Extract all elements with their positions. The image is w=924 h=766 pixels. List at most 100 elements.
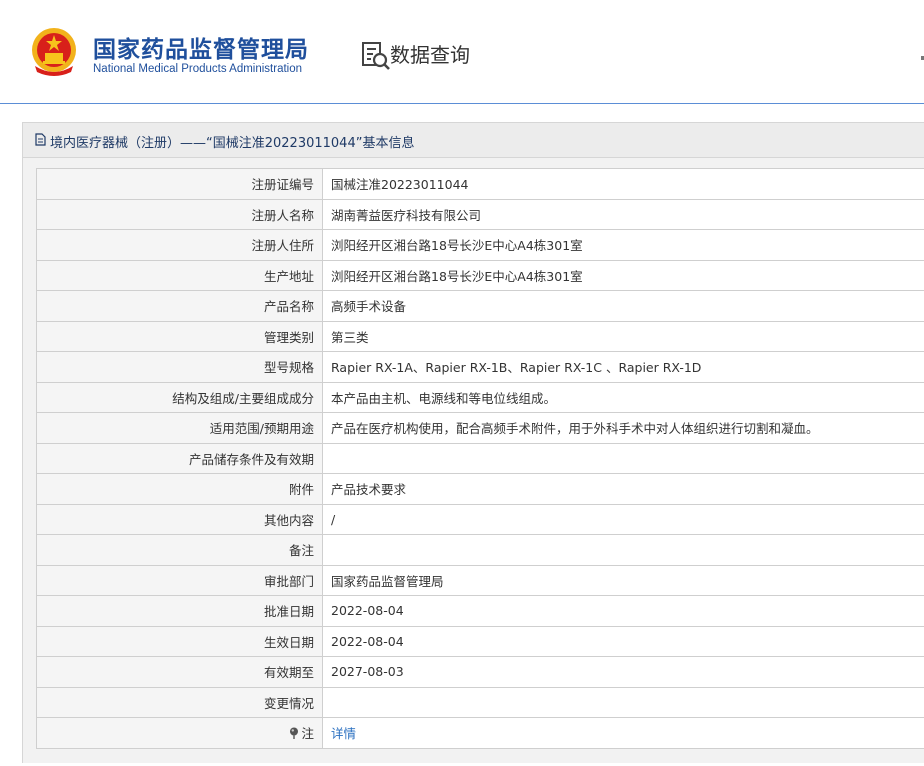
field-value-text: 2027-08-03 xyxy=(331,664,404,680)
field-value: 2022-08-04 xyxy=(322,595,924,627)
field-label-text: 产品名称 xyxy=(263,299,314,315)
field-label-text: 注册人住所 xyxy=(251,238,314,254)
field-label-text: 产品储存条件及有效期 xyxy=(188,451,314,467)
field-value xyxy=(322,686,924,718)
table-row: 注 详情 xyxy=(36,717,924,749)
field-value xyxy=(322,534,924,566)
field-label-text: 生效日期 xyxy=(263,634,314,650)
table-row: 备注 xyxy=(36,534,924,566)
field-value-text: 2022-08-04 xyxy=(331,633,404,649)
field-value: 浏阳经开区湘台路18号长沙E中心A4栋301室 xyxy=(322,229,924,261)
field-value-text: 产品技术要求 xyxy=(331,482,407,498)
table-row: 附件 产品技术要求 xyxy=(36,473,924,505)
table-row: 产品名称 高频手术设备 xyxy=(36,290,924,322)
field-value: 本产品由主机、电源线和等电位线组成。 xyxy=(322,381,924,413)
field-label: 生效日期 xyxy=(36,625,323,657)
table-row: 注册证编号 国械注准20223011044 xyxy=(36,168,924,200)
table-row: 适用范围/预期用途 产品在医疗机构使用，配合高频手术附件，用于外科手术中对人体组织… xyxy=(36,412,924,444)
pin-icon xyxy=(290,727,299,740)
field-label: 适用范围/预期用途 xyxy=(36,412,323,444)
field-label-text: 备注 xyxy=(288,543,314,559)
field-label-text: 型号规格 xyxy=(263,360,314,376)
field-value: 湖南菁益医疗科技有限公司 xyxy=(322,198,924,230)
field-label-text: 有效期至 xyxy=(263,665,314,681)
field-value-text: 湖南菁益医疗科技有限公司 xyxy=(331,207,482,223)
field-label: 注册证编号 xyxy=(36,168,323,200)
field-value-text: 浏阳经开区湘台路18号长沙E中心A4栋301室 xyxy=(331,238,583,254)
field-label-text: 注册人名称 xyxy=(251,207,314,223)
field-label-text: 注册证编号 xyxy=(251,177,314,193)
info-panel: 境内医疗器械（注册）——“国械注准20223011044”基本信息 注册证编号国… xyxy=(22,122,924,763)
field-value-text: 2022-08-04 xyxy=(331,603,404,619)
field-value: Rapier RX-1A、Rapier RX-1B、Rapier RX-1C 、… xyxy=(322,351,924,383)
field-value-text: 第三类 xyxy=(331,329,369,345)
field-label: 其他内容 xyxy=(36,503,323,535)
field-label-text: 管理类别 xyxy=(263,329,314,345)
field-label: 注册人住所 xyxy=(36,229,323,261)
field-label: 产品名称 xyxy=(36,290,323,322)
table-row: 生效日期 2022-08-04 xyxy=(36,625,924,657)
field-value: 第三类 xyxy=(322,320,924,352)
field-value-text: / xyxy=(331,511,336,527)
table-row: 有效期至 2027-08-03 xyxy=(36,656,924,688)
field-label: 注 xyxy=(36,717,323,749)
field-value-text: 本产品由主机、电源线和等电位线组成。 xyxy=(331,390,557,406)
field-value: / xyxy=(322,503,924,535)
table-row: 注册人住所 浏阳经开区湘台路18号长沙E中心A4栋301室 xyxy=(36,229,924,261)
field-value-text: 国械注准20223011044 xyxy=(331,177,469,193)
field-value: 高频手术设备 xyxy=(322,290,924,322)
field-value: 产品技术要求 xyxy=(322,473,924,505)
field-value-text: Rapier RX-1A、Rapier RX-1B、Rapier RX-1C 、… xyxy=(331,360,702,376)
org-name-en: National Medical Products Administration xyxy=(93,63,303,75)
table-row: 产品储存条件及有效期 xyxy=(36,442,924,474)
table-row: 结构及组成/主要组成成分 本产品由主机、电源线和等电位线组成。 xyxy=(36,381,924,413)
field-label-text: 变更情况 xyxy=(263,695,314,711)
data-query-title[interactable]: 数据查询 xyxy=(390,39,470,68)
field-value-text: 国家药品监督管理局 xyxy=(331,573,444,589)
field-value-text: 产品在医疗机构使用，配合高频手术附件，用于外科手术中对人体组织进行切割和凝血。 xyxy=(331,421,819,437)
field-label-text: 审批部门 xyxy=(263,573,314,589)
table-row: 生产地址 浏阳经开区湘台路18号长沙E中心A4栋301室 xyxy=(36,259,924,291)
field-label-text: 批准日期 xyxy=(263,604,314,620)
field-value: 详情 xyxy=(322,717,924,749)
table-row: 其他内容 / xyxy=(36,503,924,535)
field-value: 国家药品监督管理局 xyxy=(322,564,924,596)
field-label: 注册人名称 xyxy=(36,198,323,230)
field-label: 附件 xyxy=(36,473,323,505)
field-label-text: 其他内容 xyxy=(263,512,314,528)
field-label: 产品储存条件及有效期 xyxy=(36,442,323,474)
field-value-text: 高频手术设备 xyxy=(331,299,407,315)
field-label: 变更情况 xyxy=(36,686,323,718)
field-value: 国械注准20223011044 xyxy=(322,168,924,200)
national-emblem-icon xyxy=(32,28,76,76)
field-value-text: 浏阳经开区湘台路18号长沙E中心A4栋301室 xyxy=(331,268,583,284)
field-value: 2027-08-03 xyxy=(322,656,924,688)
field-label-text: 附件 xyxy=(288,482,314,498)
field-label: 生产地址 xyxy=(36,259,323,291)
field-label: 审批部门 xyxy=(36,564,323,596)
table-row: 审批部门 国家药品监督管理局 xyxy=(36,564,924,596)
table-row: 注册人名称 湖南菁益医疗科技有限公司 xyxy=(36,198,924,230)
details-link[interactable]: 详情 xyxy=(331,726,356,741)
field-value xyxy=(322,442,924,474)
field-label: 管理类别 xyxy=(36,320,323,352)
table-row: 型号规格 Rapier RX-1A、Rapier RX-1B、Rapier RX-… xyxy=(36,351,924,383)
field-value: 2022-08-04 xyxy=(322,625,924,657)
panel-title-bar: 境内医疗器械（注册）——“国械注准20223011044”基本信息 xyxy=(23,123,924,158)
field-label-text: 结构及组成/主要组成成分 xyxy=(172,390,314,406)
field-label: 有效期至 xyxy=(36,656,323,688)
data-query-icon xyxy=(362,42,390,70)
field-value: 浏阳经开区湘台路18号长沙E中心A4栋301室 xyxy=(322,259,924,291)
field-label-text: 生产地址 xyxy=(263,268,314,284)
panel-title: 境内医疗器械（注册）——“国械注准20223011044”基本信息 xyxy=(50,136,415,151)
org-name-cn: 国家药品监督管理局 xyxy=(93,37,309,63)
field-label: 型号规格 xyxy=(36,351,323,383)
field-label: 结构及组成/主要组成成分 xyxy=(36,381,323,413)
field-label-text: 适用范围/预期用途 xyxy=(209,421,314,437)
field-label: 备注 xyxy=(36,534,323,566)
document-icon xyxy=(35,133,46,146)
field-value: 产品在医疗机构使用，配合高频手术附件，用于外科手术中对人体组织进行切割和凝血。 xyxy=(322,412,924,444)
site-header: 国家药品监督管理局 National Medical Products Admi… xyxy=(0,0,924,104)
registration-info-table: 注册证编号 国械注准20223011044 注册人名称 湖南菁益医疗科技有限公司 注册人… xyxy=(36,168,924,749)
header-divider xyxy=(0,103,924,104)
